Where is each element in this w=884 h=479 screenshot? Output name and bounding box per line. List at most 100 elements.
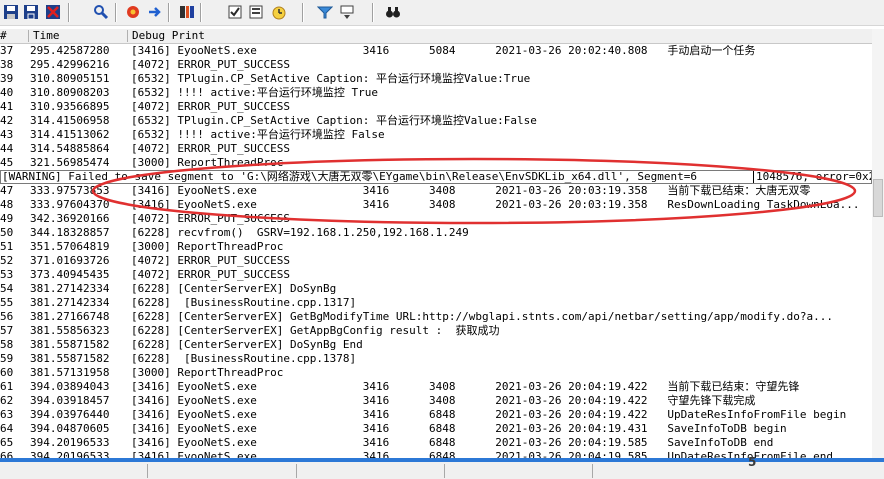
column-header-time[interactable]: Time [33, 29, 60, 43]
row-number: 49 [0, 212, 14, 225]
log-row[interactable]: 47 333.97573853 [3416] EyooNetS.exe 3416 3… [0, 184, 872, 198]
row-time: 381.57131958 [30, 366, 110, 379]
watermark-text: 5 [748, 455, 757, 469]
row-number: 40 [0, 86, 14, 99]
log-row[interactable]: 58 381.55871582 [6228] [CenterServerEX] Do… [0, 338, 872, 352]
row-time: 371.01693726 [30, 254, 110, 267]
row-message: [3000] ReportThreadProc [131, 366, 284, 379]
binoculars-icon[interactable] [384, 3, 402, 21]
row-time: 394.20196533 [30, 450, 110, 458]
column-header: # Time Debug Print [0, 29, 872, 44]
column-divider[interactable] [127, 30, 128, 42]
log-row[interactable]: 49 342.36920166 [4072] ERROR_PUT_SUCCESS [0, 212, 872, 226]
log-row[interactable]: 66 394.20196533 [3416] EyooNetS.exe 3416 6… [0, 450, 872, 458]
row-number: 62 [0, 394, 14, 407]
clear-log-icon[interactable] [44, 3, 62, 21]
row-time: 394.20196533 [30, 436, 110, 449]
log-row[interactable]: 51 351.57064819 [3000] ReportThreadProc [0, 240, 872, 254]
log-row[interactable]: 43 314.41513062 [6532] !!!! active:平台运行环境监… [0, 128, 872, 142]
log-row[interactable]: 44 314.54885864 [4072] ERROR_PUT_SUCCESS [0, 142, 872, 156]
log-row[interactable]: 60 381.57131958 [3000] ReportThreadProc [0, 366, 872, 380]
log-row[interactable]: 50 344.18328857 [6228] recvfrom() GSRV=192… [0, 226, 872, 240]
row-number: 60 [0, 366, 14, 379]
row-message: [6228] [BusinessRoutine.cpp.1378] [131, 352, 357, 365]
row-number: 44 [0, 142, 14, 155]
scroll-icon[interactable] [178, 3, 196, 21]
row-message: [6532] TPlugin.CP_SetActive Caption: 平台运… [131, 114, 537, 127]
row-time: 310.80905151 [30, 72, 110, 85]
save-icon[interactable] [2, 3, 20, 21]
row-number: 38 [0, 58, 14, 71]
row-message: [3416] EyooNetS.exe 3416 3408 2021-03-26… [131, 380, 800, 393]
row-number: 59 [0, 352, 14, 365]
row-message: [6228] recvfrom() GSRV=192.168.1.250,192… [131, 226, 469, 239]
row-number: 42 [0, 114, 14, 127]
row-message: [3416] EyooNetS.exe 3416 5084 2021-03-26… [131, 44, 756, 57]
clock-icon[interactable] [270, 3, 288, 21]
row-time: 394.04870605 [30, 422, 110, 435]
row-number: 50 [0, 226, 14, 239]
log-row[interactable]: 55 381.27142334 [6228] [BusinessRoutine.cp… [0, 296, 872, 310]
find-icon[interactable] [92, 3, 110, 21]
log-row[interactable]: 41 310.93566895 [4072] ERROR_PUT_SUCCESS [0, 100, 872, 114]
row-message: [6532] TPlugin.CP_SetActive Caption: 平台运… [131, 72, 531, 85]
capture-icon[interactable] [124, 3, 142, 21]
column-header-debug-print[interactable]: Debug Print [132, 29, 205, 43]
log-row[interactable]: 63 394.03976440 [3416] EyooNetS.exe 3416 6… [0, 408, 872, 422]
row-number: 64 [0, 422, 14, 435]
autoscroll-icon[interactable] [146, 3, 164, 21]
row-time: 381.27142334 [30, 282, 110, 295]
row-number: 61 [0, 380, 14, 393]
column-header-number[interactable]: # [0, 29, 7, 43]
row-number: 39 [0, 72, 14, 85]
log-row[interactable]: 59 381.55871582 [6228] [BusinessRoutine.cp… [0, 352, 872, 366]
toolbar-separator [168, 3, 170, 22]
log-list[interactable]: 37 295.42587280 [3416] EyooNetS.exe 3416 5… [0, 44, 872, 458]
log-row[interactable]: 39 310.80905151 [6532] TPlugin.CP_SetActiv… [0, 72, 872, 86]
log-row[interactable]: 57 381.55856323 [6228] [CenterServerEX] Ge… [0, 324, 872, 338]
row-number: 56 [0, 310, 14, 323]
warning-row: [WARNING] Failed to save segment to 'G:\… [0, 170, 872, 184]
row-time: 394.03894043 [30, 380, 110, 393]
row-number: 66 [0, 450, 14, 458]
warning-divider [753, 171, 754, 183]
watermark-logo: 5 [748, 455, 756, 475]
row-message: [4072] ERROR_PUT_SUCCESS [131, 58, 290, 71]
log-row[interactable]: 42 314.41506958 [6532] TPlugin.CP_SetActiv… [0, 114, 872, 128]
row-time: 321.56985474 [30, 156, 110, 169]
row-number: 45 [0, 156, 14, 169]
row-message: [3416] EyooNetS.exe 3416 6848 2021-03-26… [131, 436, 774, 449]
log-row[interactable]: 37 295.42587280 [3416] EyooNetS.exe 3416 5… [0, 44, 872, 58]
log-row[interactable]: 65 394.20196533 [3416] EyooNetS.exe 3416 6… [0, 436, 872, 450]
row-time: 333.97604370 [30, 198, 110, 211]
row-time: 314.41506958 [30, 114, 110, 127]
log-row[interactable]: 53 373.40945435 [4072] ERROR_PUT_SUCCESS [0, 268, 872, 282]
log-row[interactable]: 61 394.03894043 [3416] EyooNetS.exe 3416 3… [0, 380, 872, 394]
log-row[interactable]: 54 381.27142334 [6228] [CenterServerEX] Do… [0, 282, 872, 296]
options-icon[interactable] [226, 3, 244, 21]
scrollbar-thumb[interactable] [873, 179, 883, 217]
vertical-scrollbar[interactable] [872, 29, 884, 458]
save-as-icon[interactable] [22, 3, 40, 21]
log-row[interactable]: 40 310.80908203 [6532] !!!! active:平台运行环境监… [0, 86, 872, 100]
row-message: [6228] [CenterServerEX] GetBgModifyTime … [131, 310, 833, 323]
row-message: [4072] ERROR_PUT_SUCCESS [131, 268, 290, 281]
log-row[interactable]: 64 394.04870605 [3416] EyooNetS.exe 3416 6… [0, 422, 872, 436]
row-number: 55 [0, 296, 14, 309]
row-message: [4072] ERROR_PUT_SUCCESS [131, 100, 290, 113]
row-time: 295.42587280 [30, 44, 110, 57]
filter-icon[interactable] [316, 3, 334, 21]
log-row[interactable]: 48 333.97604370 [3416] EyooNetS.exe 3416 3… [0, 198, 872, 212]
column-divider[interactable] [28, 30, 29, 42]
status-separator [147, 464, 148, 478]
log-row[interactable]: 62 394.03918457 [3416] EyooNetS.exe 3416 3… [0, 394, 872, 408]
row-number: 54 [0, 282, 14, 295]
log-row[interactable]: 52 371.01693726 [4072] ERROR_PUT_SUCCESS [0, 254, 872, 268]
row-message: [6228] [CenterServerEX] DoSynBg [131, 282, 337, 295]
highlight-icon[interactable] [338, 3, 356, 21]
log-row[interactable]: 45 321.56985474 [3000] ReportThreadProc [0, 156, 872, 170]
log-row[interactable]: 38 295.42996216 [4072] ERROR_PUT_SUCCESS [0, 58, 872, 72]
log-row[interactable]: 56 381.27166748 [6228] [CenterServerEX] Ge… [0, 310, 872, 324]
properties-icon[interactable] [247, 3, 265, 21]
row-time: 295.42996216 [30, 58, 110, 71]
